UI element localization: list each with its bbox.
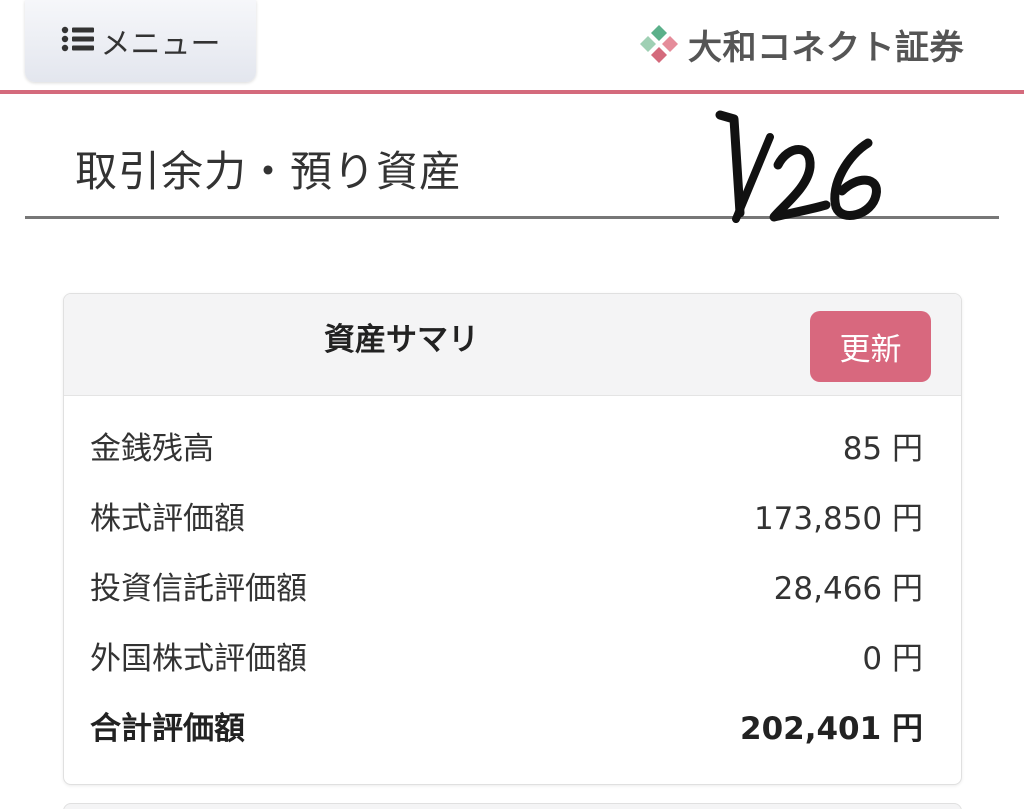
handwritten-annotation — [715, 110, 881, 223]
brand[interactable]: 大和コネクト証券 — [638, 18, 964, 70]
row-value: 173,850 円 — [753, 500, 923, 537]
row-label: 投資信託評価額 — [90, 570, 307, 607]
app-header: メニュー 大和コネクト証券 — [0, 0, 1024, 94]
brand-logo-icon — [640, 25, 678, 63]
summary-row-cash: 金銭残高 85 円 — [64, 410, 961, 480]
row-value: 85 円 — [842, 430, 923, 467]
brand-name: 大和コネクト証券 — [688, 27, 964, 68]
summary-row-stocks: 株式評価額 173,850 円 — [64, 480, 961, 550]
asset-summary-card: 資産サマリ 更新 金銭残高 85 円 株式評価額 173,850 円 投資信託評… — [63, 293, 962, 785]
next-card-edge — [63, 803, 962, 809]
row-label: 株式評価額 — [90, 500, 245, 537]
total-label: 合計評価額 — [90, 710, 245, 747]
menu-label: メニュー — [100, 27, 221, 62]
page: メニュー 大和コネクト証券 取引余力・預り資産 資産サマリ 更新 金銭残高 85… — [0, 0, 1024, 809]
card-title: 資産サマリ — [324, 322, 479, 358]
summary-row-total: 合計評価額 202,401 円 — [64, 690, 961, 760]
menu-button[interactable]: メニュー — [25, 0, 256, 82]
summary-rows: 金銭残高 85 円 株式評価額 173,850 円 投資信託評価額 28,466… — [64, 410, 961, 760]
summary-row-foreign-stocks: 外国株式評価額 0 円 — [64, 620, 961, 690]
total-value: 202,401 円 — [740, 710, 923, 747]
page-title: 取引余力・預り資産 — [75, 147, 463, 196]
row-value: 28,466 円 — [773, 570, 923, 607]
row-label: 外国株式評価額 — [90, 640, 307, 677]
row-label: 金銭残高 — [90, 430, 214, 467]
row-value: 0 円 — [862, 640, 923, 677]
card-header: 資産サマリ 更新 — [64, 294, 961, 396]
summary-row-funds: 投資信託評価額 28,466 円 — [64, 550, 961, 620]
list-icon — [61, 26, 94, 52]
refresh-button[interactable]: 更新 — [810, 311, 931, 382]
